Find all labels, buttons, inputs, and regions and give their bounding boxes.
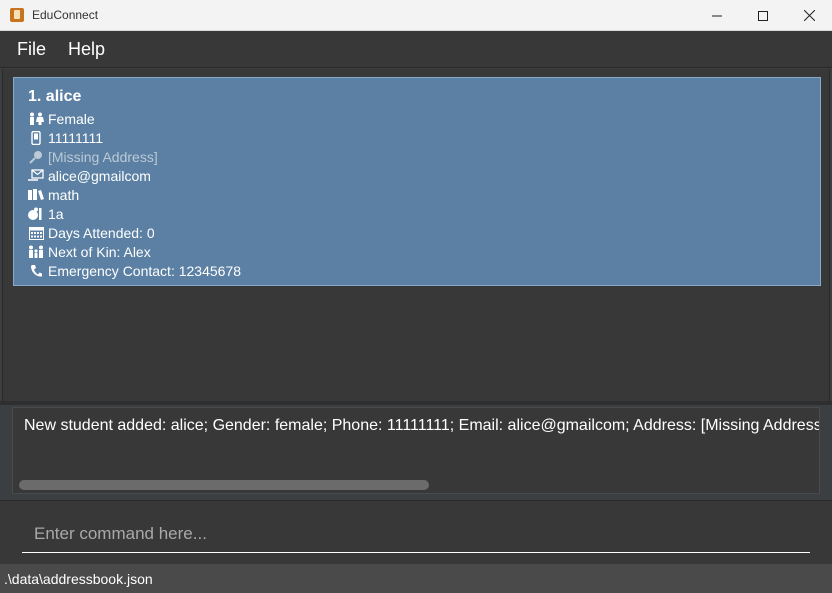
next-of-kin-row: Next of Kin: Alex [28, 242, 806, 261]
window-title: EduConnect [32, 8, 99, 22]
menu-bar: File Help [0, 31, 832, 68]
address-value: [Missing Address] [48, 148, 158, 165]
address-pin-icon [28, 149, 44, 165]
close-icon [803, 10, 815, 21]
person-card[interactable]: 1. alice Female 11111111 [Missing Addres… [13, 77, 821, 286]
email-value: alice@gmailcom [48, 167, 151, 184]
gender-value: Female [48, 110, 95, 127]
result-message: New student added: alice; Gender: female… [24, 417, 819, 434]
person-list-panel[interactable]: 1. alice Female 11111111 [Missing Addres… [2, 69, 830, 401]
title-bar: EduConnect [0, 0, 832, 31]
phone-value: 11111111 [48, 129, 104, 146]
telephone-icon [28, 263, 44, 279]
phone-icon [28, 130, 44, 146]
emergency-contact-value: Emergency Contact: 12345678 [48, 262, 242, 279]
subject-books-icon [28, 187, 44, 203]
class-icon [28, 206, 44, 222]
app-icon [10, 8, 24, 22]
minimize-button[interactable] [694, 0, 740, 31]
calendar-icon [28, 225, 44, 241]
close-button[interactable] [786, 0, 832, 31]
maximize-icon [758, 10, 768, 21]
family-icon [28, 244, 44, 260]
emergency-contact-row: Emergency Contact: 12345678 [28, 261, 806, 280]
attendance-value: Days Attended: 0 [48, 224, 155, 241]
class-row: 1a [28, 204, 806, 223]
menu-help[interactable]: Help [57, 31, 116, 68]
horizontal-scrollbar[interactable] [19, 480, 429, 490]
pane-divider[interactable] [0, 401, 832, 405]
email-icon [28, 168, 44, 184]
command-box [0, 500, 832, 564]
subject-row: math [28, 185, 806, 204]
attendance-row: Days Attended: 0 [28, 223, 806, 242]
maximize-button[interactable] [740, 0, 786, 31]
class-value: 1a [48, 205, 64, 222]
subject-value: math [48, 186, 80, 203]
phone-row: 11111111 [28, 128, 806, 147]
result-display[interactable]: New student added: alice; Gender: female… [12, 407, 820, 494]
menu-file[interactable]: File [6, 31, 57, 68]
save-location-path: .\data\addressbook.json [4, 570, 153, 587]
command-input[interactable] [22, 515, 810, 553]
gender-row: Female [28, 109, 806, 128]
next-of-kin-value: Next of Kin: Alex [48, 243, 151, 260]
status-bar: .\data\addressbook.json [0, 564, 832, 593]
gender-icon [28, 111, 44, 127]
minimize-icon [712, 15, 722, 16]
email-row: alice@gmailcom [28, 166, 806, 185]
person-name: 1. alice [28, 88, 82, 105]
window-controls [694, 0, 832, 31]
address-row: [Missing Address] [28, 147, 806, 166]
